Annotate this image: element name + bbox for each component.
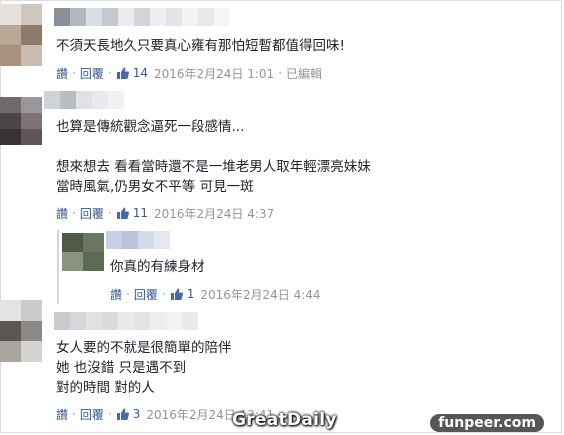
user-name[interactable] [44, 91, 124, 109]
reply-link[interactable]: 回覆 [80, 65, 104, 82]
comment-line: 對的時間 對的人 [56, 380, 155, 396]
like-link[interactable]: 讚 [110, 286, 122, 303]
like-link[interactable]: 讚 [56, 65, 68, 82]
edited-label[interactable]: 已編輯 [286, 65, 322, 82]
reply-meta: 讚 · 回覆 · 1 2016年2月24日 4:44 [110, 286, 321, 303]
comment-line: 也算是傳統觀念逼死一段感情... [56, 119, 245, 135]
user-name[interactable] [54, 312, 198, 330]
comment-text: 也算是傳統觀念逼死一段感情... 想來想去 看看當時還不是一堆老男人取年輕漂亮妹… [56, 117, 371, 197]
timestamp[interactable]: 2016年2月24日 4:44 [200, 286, 320, 303]
like-count[interactable]: 14 [133, 66, 148, 80]
timestamp[interactable]: 2016年2月24日 1:01 [154, 65, 274, 82]
comment-line: 她 也沒錯 只是遇不到 [56, 360, 187, 376]
reply-link[interactable]: 回覆 [80, 205, 104, 222]
thumbs-up-icon[interactable] [116, 407, 130, 421]
comment-line [56, 137, 371, 157]
comment-line: 你真的有練身材 [110, 259, 205, 275]
watermark-greatdaily: GreatDaily [232, 410, 337, 430]
reply-thread-line [57, 230, 59, 304]
comment-text: 不須天長地久只要真心雍有那怕短暫都值得回味! [56, 36, 345, 56]
comment-meta: 讚 · 回覆 · 11 2016年2月24日 4:37 [56, 205, 275, 222]
comment-meta: 讚 · 回覆 · 14 2016年2月24日 1:01 · 已編輯 [56, 65, 323, 82]
avatar[interactable] [0, 300, 42, 362]
watermark-funpeer: funpeer.com [430, 414, 544, 432]
like-count[interactable]: 1 [187, 287, 195, 301]
avatar[interactable] [0, 97, 42, 145]
thumbs-up-icon[interactable] [116, 66, 130, 80]
thumbs-up-icon[interactable] [116, 206, 130, 220]
user-name[interactable] [54, 8, 230, 26]
user-name[interactable] [106, 231, 170, 249]
comment-line: 女人要的不就是很簡單的陪伴 [56, 340, 232, 356]
avatar[interactable] [0, 4, 42, 66]
like-link[interactable]: 讚 [56, 406, 68, 423]
timestamp[interactable]: 2016年2月24日 4:37 [154, 205, 274, 222]
like-count[interactable]: 11 [133, 206, 148, 220]
comment-line: 當時風氣,仍男女不平等 可見一斑 [56, 179, 254, 195]
like-link[interactable]: 讚 [56, 205, 68, 222]
thumbs-up-icon[interactable] [170, 287, 184, 301]
reply-link[interactable]: 回覆 [134, 286, 158, 303]
comment-line: 不須天長地久只要真心雍有那怕短暫都值得回味! [56, 38, 345, 54]
comment-line: 想來想去 看看當時還不是一堆老男人取年輕漂亮妹妹 [56, 159, 371, 175]
reply-link[interactable]: 回覆 [80, 406, 104, 423]
reply-text: 你真的有練身材 [110, 257, 205, 277]
like-count[interactable]: 3 [133, 407, 141, 421]
comment-text: 女人要的不就是很簡單的陪伴 她 也沒錯 只是遇不到 對的時間 對的人 [56, 338, 232, 398]
avatar[interactable] [62, 233, 104, 271]
